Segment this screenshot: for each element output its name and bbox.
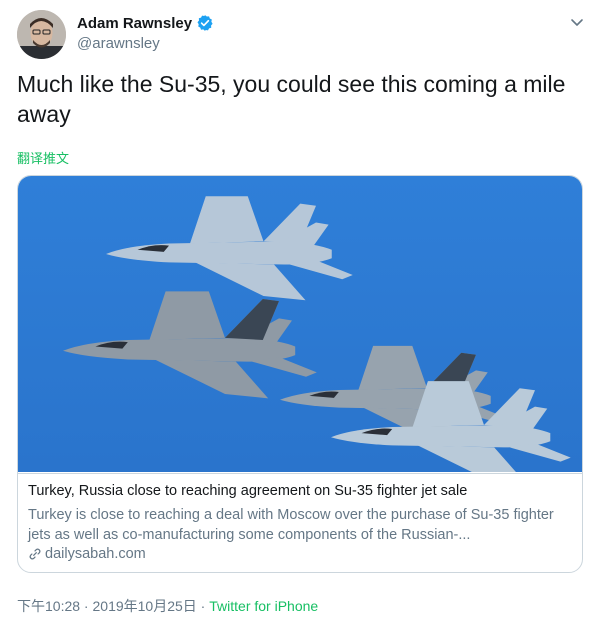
author-handle[interactable]: @arawnsley — [77, 35, 160, 52]
tweet-date[interactable]: 2019年10月25日 — [93, 598, 197, 614]
verified-badge-icon — [196, 14, 214, 32]
card-domain: dailysabah.com — [45, 546, 146, 562]
link-icon — [29, 548, 41, 560]
chevron-down-icon[interactable] — [569, 14, 585, 30]
meta-separator: · — [196, 598, 210, 614]
fighter-jets-photo — [18, 176, 582, 483]
tweet-time[interactable]: 下午10:28 — [17, 598, 80, 614]
tweet-source-link[interactable]: Twitter for iPhone — [209, 598, 318, 614]
author-name-row[interactable]: Adam Rawnsley — [77, 14, 214, 32]
tweet-meta: 下午10:28 · 2019年10月25日 · Twitter for iPho… — [17, 596, 318, 616]
card-title: Turkey, Russia close to reaching agreeme… — [28, 483, 468, 499]
card-domain-row: dailysabah.com — [28, 546, 146, 562]
tweet-text: Much like the Su-35, you could see this … — [17, 71, 566, 127]
author-name[interactable]: Adam Rawnsley — [77, 15, 192, 32]
avatar[interactable] — [17, 10, 66, 59]
link-card[interactable]: Turkey, Russia close to reaching agreeme… — [17, 175, 583, 573]
meta-separator: · — [80, 598, 93, 614]
card-body: Turkey, Russia close to reaching agreeme… — [18, 473, 582, 562]
translate-tweet-link[interactable]: 翻译推文 — [17, 148, 69, 167]
card-description: Turkey is close to reaching a deal with … — [28, 507, 554, 543]
